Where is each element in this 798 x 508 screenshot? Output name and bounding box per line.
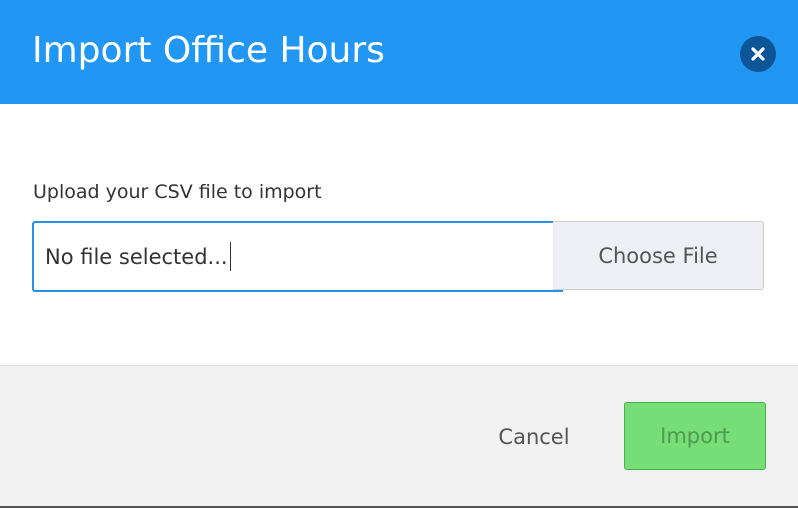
cancel-button[interactable]: Cancel [480,411,588,463]
upload-label: Upload your CSV file to import [33,181,322,203]
file-status-text: No file selected... [45,244,228,269]
modal-title: Import Office Hours [32,30,385,71]
import-office-hours-modal: Import Office Hours Upload your CSV file… [0,0,798,508]
close-icon [751,47,765,61]
choose-file-button[interactable]: Choose File [553,221,764,290]
modal-footer: Cancel Import [0,365,798,507]
text-caret [229,242,232,271]
file-name-field[interactable]: No file selected... [32,221,563,292]
modal-header: Import Office Hours [0,0,798,104]
close-button[interactable] [740,36,776,72]
file-input-group: No file selected... Choose File [32,221,766,292]
modal-body: Upload your CSV file to import No file s… [0,104,798,365]
import-button[interactable]: Import [624,402,766,470]
